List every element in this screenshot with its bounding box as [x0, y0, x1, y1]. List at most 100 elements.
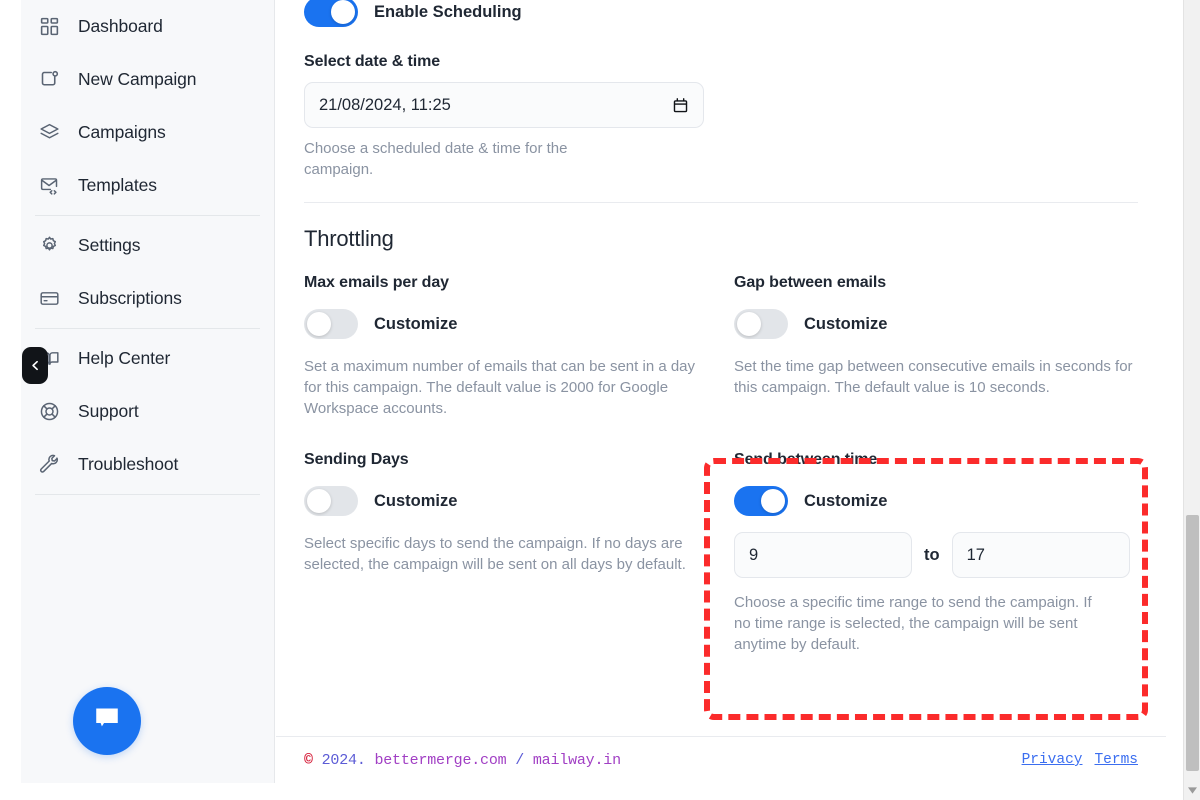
card-title: Max emails per day — [304, 274, 449, 291]
sidebar-item-label: Settings — [78, 235, 141, 255]
time-from-value: 9 — [749, 545, 759, 564]
privacy-link[interactable]: Privacy — [1022, 752, 1083, 768]
sending-days-customize-toggle[interactable] — [304, 486, 358, 516]
sidebar-item-label: Subscriptions — [78, 288, 182, 308]
sidebar-item-label: Help Center — [78, 348, 171, 368]
sidebar-item-new-campaign[interactable]: New Campaign — [21, 53, 274, 106]
time-from-input[interactable]: 9 — [734, 532, 912, 578]
sidebar-item-support[interactable]: Support — [21, 385, 274, 438]
sidebar: Dashboard New Campaign Campaigns Templat… — [21, 0, 275, 783]
enable-scheduling-label: Enable Scheduling — [374, 2, 522, 21]
card-toggle-row: Customize — [304, 309, 712, 339]
calendar-icon[interactable] — [672, 97, 689, 114]
toggle-knob — [761, 489, 785, 513]
card-toggle-label: Customize — [804, 314, 888, 333]
sidebar-group-account: Settings Subscriptions — [21, 219, 274, 325]
wrench-icon — [38, 454, 60, 476]
footer-year: 2024. — [312, 752, 375, 769]
window-scrollbar-thumb[interactable] — [1186, 515, 1199, 771]
send-between-time-customize-toggle[interactable] — [734, 486, 788, 516]
card-helper: Set the time gap between consecutive ema… — [734, 358, 1133, 396]
sidebar-item-label: Campaigns — [78, 122, 166, 142]
throttle-card-send-between-time: Send between time Customize 9 to 17 Choo… — [734, 451, 1166, 655]
section-divider — [304, 202, 1138, 203]
card-toggle-label: Customize — [804, 491, 888, 510]
sidebar-divider — [35, 215, 260, 216]
sidebar-item-subscriptions[interactable]: Subscriptions — [21, 272, 274, 325]
sidebar-item-label: New Campaign — [78, 69, 197, 89]
sidebar-item-label: Dashboard — [78, 16, 163, 36]
dashboard-grid-icon — [38, 16, 60, 38]
sidebar-item-help-center[interactable]: Help Center — [21, 332, 274, 385]
footer-separator: / — [506, 752, 533, 769]
select-date-time-label: Select date & time — [304, 53, 441, 70]
throttle-card-sending-days: Sending Days Customize Select specific d… — [304, 451, 734, 655]
window-scrollbar[interactable] — [1183, 0, 1200, 800]
sidebar-item-dashboard[interactable]: Dashboard — [21, 0, 274, 53]
footer-brand-primary: bettermerge.com — [374, 752, 507, 769]
layers-icon — [38, 122, 60, 144]
gear-icon — [38, 235, 60, 257]
main-scrollbar[interactable] — [1156, 0, 1166, 783]
toggle-knob — [331, 0, 355, 24]
app-root: Dashboard New Campaign Campaigns Templat… — [0, 0, 1200, 800]
card-toggle-label: Customize — [374, 491, 458, 510]
throttling-grid: Max emails per day Customize Set a maxim… — [304, 274, 1138, 655]
card-title: Sending Days — [304, 451, 409, 468]
new-campaign-icon — [38, 69, 60, 91]
sidebar-item-label: Support — [78, 401, 139, 421]
footer-brand-secondary: mailway.in — [532, 752, 621, 769]
sidebar-group-help: Help Center Support Troubleshoot — [21, 332, 274, 491]
card-helper: Choose a specific time range to send the… — [734, 594, 1092, 653]
max-emails-customize-toggle[interactable] — [304, 309, 358, 339]
sidebar-item-templates[interactable]: Templates — [21, 159, 274, 212]
main-content: Enable Scheduling Select date & time 21/… — [276, 0, 1166, 783]
mail-code-icon — [38, 175, 60, 197]
throttling-section-title: Throttling — [304, 226, 394, 251]
scroll-down-arrow-icon[interactable] — [1184, 782, 1200, 798]
card-helper: Select specific days to send the campaig… — [304, 535, 686, 573]
enable-scheduling-toggle[interactable] — [304, 0, 358, 27]
copyright-icon: © — [304, 752, 313, 769]
footer-copyright: © 2024. bettermerge.com / mailway.in — [304, 751, 621, 769]
sidebar-item-settings[interactable]: Settings — [21, 219, 274, 272]
sidebar-item-label: Templates — [78, 175, 157, 195]
toggle-knob — [737, 312, 761, 336]
time-range-row: 9 to 17 — [734, 532, 1146, 578]
date-time-value: 21/08/2024, 11:25 — [319, 95, 451, 114]
sidebar-collapse-button[interactable] — [22, 347, 48, 384]
sidebar-divider — [35, 328, 260, 329]
card-toggle-row: Customize — [304, 486, 712, 516]
gap-customize-toggle[interactable] — [734, 309, 788, 339]
terms-link[interactable]: Terms — [1094, 752, 1138, 768]
throttle-card-gap-between-emails: Gap between emails Customize Set the tim… — [734, 274, 1166, 419]
toggle-knob — [307, 489, 331, 513]
lifebuoy-icon — [38, 401, 60, 423]
time-range-separator: to — [924, 545, 940, 564]
chat-support-fab[interactable] — [73, 687, 141, 755]
toggle-knob — [307, 312, 331, 336]
date-time-helper: Choose a scheduled date & time for the c… — [304, 140, 568, 178]
card-toggle-row: Customize — [734, 309, 1146, 339]
time-to-input[interactable]: 17 — [951, 532, 1130, 578]
sidebar-divider-bottom — [35, 494, 260, 495]
settings-scroll-region: Enable Scheduling Select date & time 21/… — [276, 0, 1166, 655]
sidebar-item-troubleshoot[interactable]: Troubleshoot — [21, 438, 274, 491]
card-title: Send between time — [734, 451, 878, 468]
card-toggle-label: Customize — [374, 314, 458, 333]
footer-links: Privacy Terms — [1022, 752, 1138, 768]
credit-card-icon — [38, 288, 60, 310]
card-toggle-row: Customize — [734, 486, 1146, 516]
card-helper: Set a maximum number of emails that can … — [304, 358, 696, 417]
enable-scheduling-row: Enable Scheduling — [304, 0, 1138, 27]
sidebar-item-label: Troubleshoot — [78, 454, 179, 474]
date-time-input[interactable]: 21/08/2024, 11:25 — [304, 82, 704, 128]
chevron-left-icon — [29, 359, 42, 372]
throttle-card-max-emails: Max emails per day Customize Set a maxim… — [304, 274, 734, 419]
card-title: Gap between emails — [734, 274, 887, 291]
footer: © 2024. bettermerge.com / mailway.in Pri… — [276, 736, 1166, 783]
sidebar-group-primary: Dashboard New Campaign Campaigns Templat… — [21, 0, 274, 212]
sidebar-item-campaigns[interactable]: Campaigns — [21, 106, 274, 159]
chat-bubble-icon — [90, 702, 124, 741]
time-to-value: 17 — [966, 545, 985, 564]
